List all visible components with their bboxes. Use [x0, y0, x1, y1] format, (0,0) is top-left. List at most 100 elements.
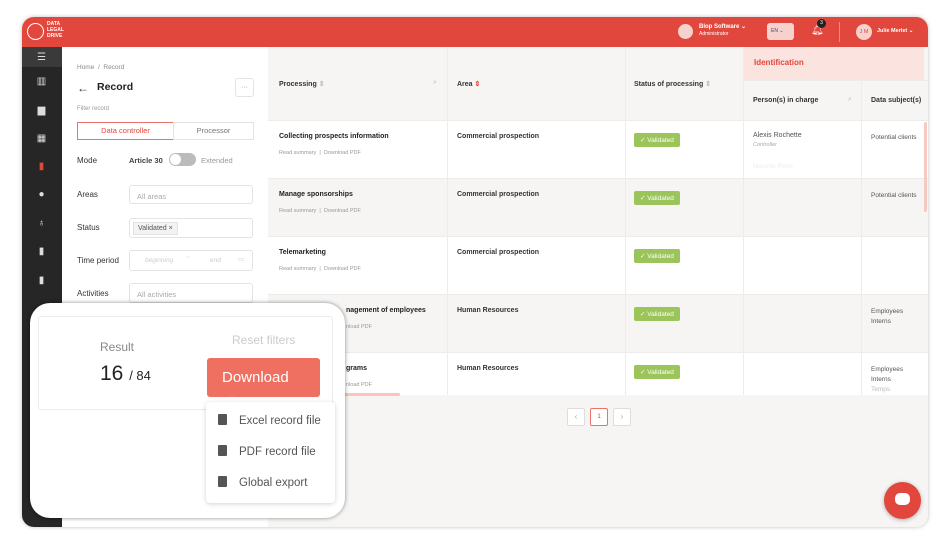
areas-select[interactable]: All areas	[129, 185, 253, 204]
filter-subtitle: Filter record	[77, 106, 110, 112]
logo-icon	[27, 23, 44, 40]
document-chart-icon[interactable]: ▮	[36, 275, 47, 286]
data-subjects-cell: Employees Interns Temps	[871, 365, 903, 395]
chat-button[interactable]	[884, 482, 921, 519]
download-menu: Excel record file PDF record file Global…	[206, 402, 335, 503]
sort-icon[interactable]: ⇕	[319, 81, 325, 88]
area-cell: Commercial prospection	[457, 249, 540, 256]
sort-icon[interactable]: ⇕	[475, 81, 481, 88]
calendar-icon: ▭	[238, 256, 245, 263]
export-file-icon	[218, 476, 227, 487]
column-processing[interactable]: Processing ⇕	[279, 80, 325, 88]
status-select[interactable]: Validated ×	[129, 218, 253, 238]
menu-item-excel[interactable]: Excel record file	[218, 414, 321, 427]
read-summary-link[interactable]: Read summary	[279, 208, 316, 214]
download-pdf-link[interactable]: Download PDF	[324, 208, 361, 214]
more-button[interactable]: ···	[235, 78, 254, 97]
tab-data-controller[interactable]: Data controller	[77, 122, 174, 140]
mode-toggle[interactable]	[169, 153, 196, 166]
processing-title[interactable]: Telemarketing	[279, 249, 326, 256]
processing-title[interactable]: grams	[346, 365, 367, 372]
processing-title[interactable]: Manage sponsorships	[279, 191, 353, 198]
search-icon[interactable]: ⌕	[433, 79, 437, 87]
period-end[interactable]: end	[210, 257, 221, 264]
person-name: Alexis Rochette	[753, 132, 802, 139]
building-icon[interactable]: ▥	[36, 76, 47, 87]
menu-item-pdf[interactable]: PDF record file	[218, 445, 316, 458]
status-badge: ✓ Validated	[634, 249, 680, 263]
subject: Interns	[871, 318, 891, 325]
record-icon[interactable]: ▮	[36, 161, 47, 172]
divider	[839, 22, 840, 42]
logo-text: DATA LEGAL DRIVE	[47, 21, 64, 39]
table-row[interactable]: Collecting prospects information Read su…	[268, 120, 928, 178]
remove-tag-icon[interactable]: ×	[169, 225, 173, 232]
period-start[interactable]: beginning	[145, 257, 173, 264]
prev-page-button[interactable]: ‹	[567, 408, 585, 426]
table-row[interactable]: Manage sponsorships Read summary | Downl…	[268, 178, 928, 236]
table-row[interactable]: Telemarketing Read summary | Download PD…	[268, 236, 928, 294]
disc-icon[interactable]: ●	[36, 189, 47, 200]
read-summary-link[interactable]: Read summary	[279, 266, 316, 272]
column-data-subjects[interactable]: Data subject(s)	[871, 97, 921, 104]
status-text: Validated	[647, 195, 674, 202]
menu-item-global-export[interactable]: Global export	[218, 476, 307, 489]
document-icon[interactable]: ▮	[36, 246, 47, 257]
data-subjects-cell: Potential clients	[871, 191, 917, 201]
table-icon[interactable]: ▦	[36, 133, 47, 144]
download-pdf-link[interactable]: nload PDF	[346, 324, 372, 330]
column-area[interactable]: Area ⇕	[457, 80, 480, 88]
status-tag: Validated ×	[133, 222, 178, 235]
status-text: Validated	[647, 137, 674, 144]
activities-select[interactable]: All activities	[129, 283, 253, 303]
download-pdf-link[interactable]: nload PDF	[346, 382, 372, 388]
page-1-button[interactable]: 1	[590, 408, 608, 426]
menu-icon[interactable]: ☰	[36, 52, 47, 63]
notification-count: 3	[817, 19, 826, 28]
mode-article-30: Article 30	[129, 156, 163, 165]
search-icon[interactable]: ⌕	[848, 96, 852, 104]
time-period-picker[interactable]: beginning ~ end ▭	[129, 250, 253, 271]
vertical-scrollbar[interactable]	[924, 122, 927, 212]
user-name: Julie Merlet	[877, 28, 908, 34]
calendar-icon[interactable]: ▆	[36, 105, 47, 116]
breadcrumb-record: Record	[103, 64, 125, 71]
next-page-button[interactable]: ›	[613, 408, 631, 426]
company-switcher[interactable]: Blop Software ⌄ Administrator	[699, 23, 746, 37]
stethoscope-icon[interactable]: ♁	[36, 218, 47, 229]
language-flag: EN	[771, 28, 778, 34]
group-identification: Identification	[754, 58, 804, 67]
record-table: Identification Processing ⇕ ⌕ Area ⇕ Sta…	[268, 47, 928, 527]
processing-title[interactable]: nagement of employees	[346, 307, 426, 314]
processing-title[interactable]: Collecting prospects information	[279, 133, 389, 140]
language-select[interactable]: EN ⌄	[767, 23, 794, 40]
table-row[interactable]: grams nload PDF Human Resources ✓ Valida…	[268, 352, 928, 395]
row-links: Read summary | Download PDF	[279, 208, 361, 214]
sort-icon[interactable]: ⇕	[705, 81, 711, 88]
back-arrow-icon[interactable]: ←	[77, 81, 89, 95]
status-badge: ✓ Validated	[634, 307, 680, 321]
download-pdf-link[interactable]: Download PDF	[324, 150, 361, 156]
table-row[interactable]: nagement of employees nload PDF Human Re…	[268, 294, 928, 352]
company-name: Blop Software	[699, 24, 740, 30]
avatar[interactable]: J M	[856, 24, 872, 40]
download-pdf-link[interactable]: Download PDF	[324, 266, 361, 272]
column-status[interactable]: Status of processing ⇕	[634, 80, 711, 88]
row-links: Read summary | Download PDF	[279, 150, 361, 156]
area-cell: Human Resources	[457, 365, 519, 372]
mode-extended: Extended	[201, 156, 233, 165]
subject: Employees	[871, 308, 904, 315]
person-role: Controller	[753, 142, 777, 148]
user-menu[interactable]: Julie Merlet ⌄	[877, 28, 913, 34]
reset-filters-button[interactable]: Reset filters	[232, 333, 295, 347]
status-label: Status	[77, 223, 100, 232]
tab-processor[interactable]: Processor	[173, 122, 254, 140]
read-summary-link[interactable]: Read summary	[279, 150, 316, 156]
breadcrumb-home[interactable]: Home	[77, 64, 94, 71]
status-text: Validated	[647, 369, 674, 376]
activities-label: Activities	[77, 289, 109, 298]
download-button[interactable]: Download ⌄	[207, 358, 320, 402]
result-card: Result 16 / 84 Reset filters Download ⌄	[38, 316, 333, 410]
menu-item-label: Global export	[239, 477, 308, 489]
column-persons[interactable]: Person(s) in charge	[753, 97, 818, 104]
